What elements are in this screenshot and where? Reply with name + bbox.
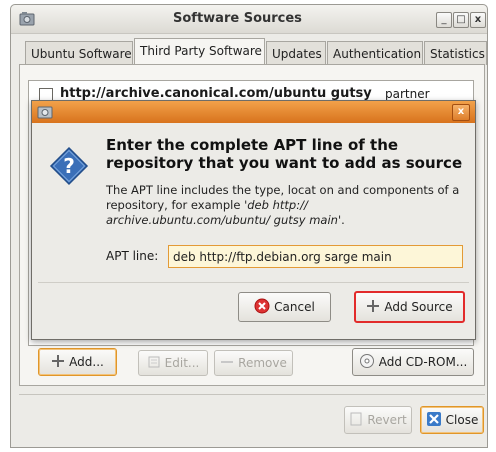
plus-icon [51, 354, 65, 371]
revert-button[interactable]: Revert [344, 406, 412, 434]
tab-updates[interactable]: Updates [266, 41, 326, 65]
remove-button-label: Remove [238, 356, 287, 370]
revert-icon [349, 412, 363, 429]
source-component: partner [385, 87, 430, 101]
dialog-separator [38, 282, 469, 283]
add-cdrom-button[interactable]: Add CD-ROM... [352, 348, 474, 376]
dialog-close-button[interactable]: x [452, 104, 470, 121]
tab-third-party-software[interactable]: Third Party Software [134, 38, 265, 65]
tab-label: Ubuntu Software [31, 47, 132, 61]
close-label-text: Close [445, 413, 479, 427]
cancel-label: Cancel [274, 300, 315, 314]
edit-button[interactable]: Edit... [138, 350, 208, 376]
svg-text:?: ? [63, 154, 75, 178]
apt-line-input[interactable] [168, 245, 463, 268]
tab-label: Statistics [430, 47, 485, 61]
source-url: http://archive.canonical.com/ubuntu guts… [60, 86, 372, 101]
dialog-heading: Enter the complete APT line of the repos… [106, 136, 463, 172]
tab-label: Updates [272, 47, 322, 61]
revert-label: Revert [367, 413, 407, 427]
dialog-description: The APT line includes the type, locat on… [106, 183, 461, 228]
add-source-dialog: x ? Enter the complete APT line of the r… [31, 100, 476, 340]
apt-line-label: APT line: [106, 249, 159, 263]
minimize-button[interactable]: _ [436, 12, 452, 28]
tab-ubuntu-software[interactable]: Ubuntu Software [25, 41, 133, 65]
edit-icon [147, 355, 161, 372]
tab-label: Third Party Software [140, 44, 262, 58]
minus-icon [220, 355, 234, 372]
add-source-label: Add Source [384, 300, 453, 314]
dialog-app-icon [37, 104, 53, 123]
question-icon: ? [49, 146, 89, 189]
cdrom-icon [359, 353, 375, 372]
cancel-icon [254, 298, 270, 317]
description-end: . [341, 213, 345, 227]
separator [19, 394, 485, 395]
edit-button-label: Edit... [164, 356, 200, 370]
add-cdrom-label: Add CD-ROM... [378, 355, 468, 369]
tab-label: Authentication [333, 47, 422, 61]
app-icon [19, 11, 35, 27]
tab-authentication[interactable]: Authentication [327, 41, 423, 65]
window-title: Software Sources [173, 11, 302, 26]
window-titlebar[interactable]: Software Sources _ □ x [11, 5, 487, 34]
maximize-button[interactable]: □ [453, 12, 469, 28]
remove-button[interactable]: Remove [214, 350, 293, 376]
cancel-button[interactable]: Cancel [238, 292, 331, 322]
add-button-label: Add... [69, 355, 104, 369]
close-window-button[interactable]: x [470, 12, 486, 28]
close-button[interactable]: Close [420, 406, 484, 434]
close-icon [426, 411, 442, 430]
tab-statistics[interactable]: Statistics [424, 41, 487, 65]
plus-icon [366, 299, 380, 316]
add-button[interactable]: Add... [38, 348, 117, 376]
close-label: Close [446, 413, 479, 427]
add-source-button[interactable]: Add Source [354, 291, 465, 323]
dialog-titlebar[interactable]: x [32, 101, 475, 123]
